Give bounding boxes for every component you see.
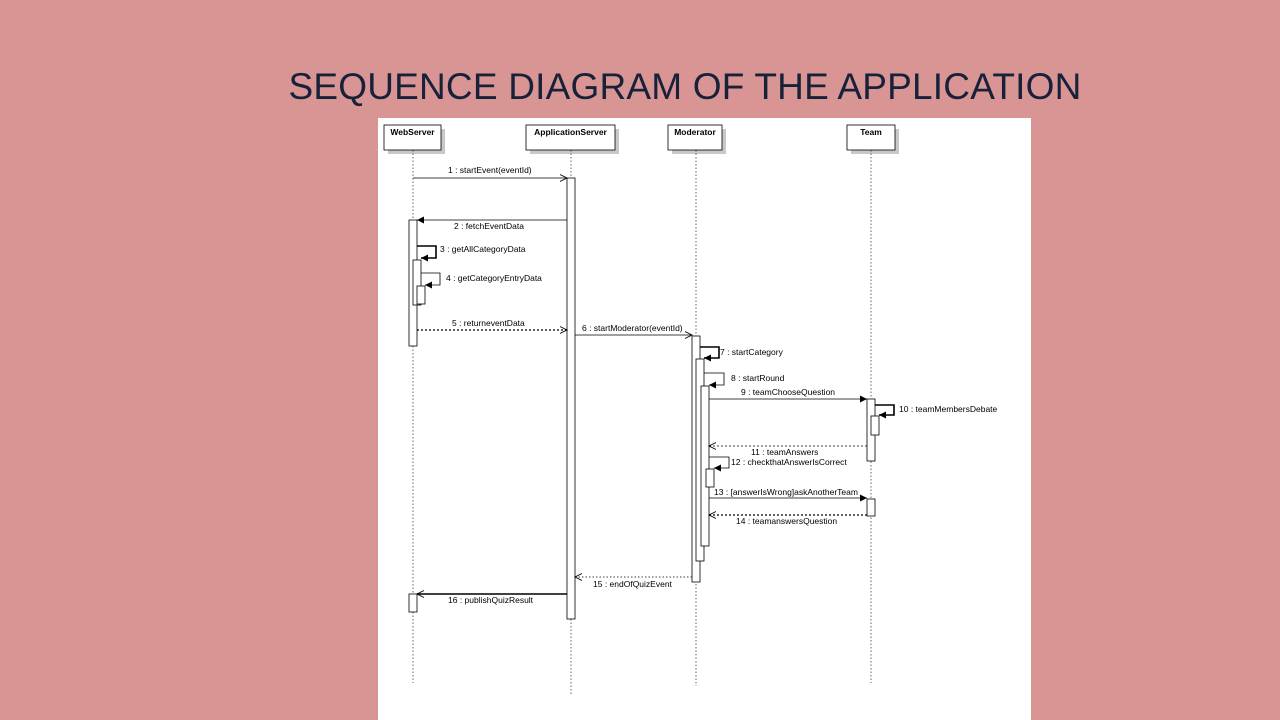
- participant-label: Team: [860, 127, 882, 137]
- message-arrow: [709, 456, 730, 472]
- message-label: 15 : endOfQuizEvent: [593, 579, 673, 589]
- message-label: 8 : startRound: [731, 373, 785, 383]
- slide-title: SEQUENCE DIAGRAM OF THE APPLICATION: [288, 66, 1082, 107]
- message-arrow: [704, 372, 725, 389]
- participant-moderator: Moderator: [667, 124, 726, 154]
- sequence-diagram-canvas: WebServer ApplicationServer Moderator Te…: [383, 124, 998, 694]
- participant-applicationserver: ApplicationServer: [525, 124, 619, 154]
- message-label: 13 : [answerIsWrong]askAnotherTeam: [714, 487, 858, 497]
- message-arrow: [875, 404, 895, 419]
- message-label: 14 : teamanswersQuestion: [736, 516, 837, 526]
- message-label: 2 : fetchEventData: [454, 221, 524, 231]
- participant-label: WebServer: [390, 127, 435, 137]
- activation-bar: [700, 385, 710, 547]
- message-label: 3 : getAllCategoryData: [440, 244, 526, 254]
- message-label: 5 : returneventData: [452, 318, 525, 328]
- message-label: 6 : startModerator(eventId): [582, 323, 683, 333]
- message-label: 4 : getCategoryEntryData: [446, 273, 542, 283]
- participant-team: Team: [846, 124, 899, 154]
- activation-bar: [870, 415, 880, 436]
- message-label: 1 : startEvent(eventId): [448, 165, 532, 175]
- activation-bar: [866, 498, 876, 517]
- activation-bar: [408, 593, 418, 613]
- message-arrow: [421, 272, 441, 289]
- activation-bar: [566, 177, 576, 620]
- activation-bar: [705, 468, 715, 488]
- message-label: 9 : teamChooseQuestion: [741, 387, 835, 397]
- message-label: 7 : startCategory: [720, 347, 784, 357]
- message-label: 10 : teamMembersDebate: [899, 404, 998, 414]
- message-label: 16 : publishQuizResult: [448, 595, 534, 605]
- participant-webserver: WebServer: [383, 124, 445, 154]
- message-arrow: [700, 346, 720, 362]
- message-label: 11 : teamAnswers: [751, 447, 818, 457]
- activation-bar: [416, 285, 426, 305]
- message-arrow: [417, 245, 437, 262]
- participant-label: Moderator: [674, 127, 716, 137]
- participant-label: ApplicationServer: [534, 127, 607, 137]
- message-label: 12 : checkthatAnswerIsCorrect: [731, 457, 847, 467]
- sequence-diagram: WebServer ApplicationServer Moderator Te…: [378, 118, 1031, 720]
